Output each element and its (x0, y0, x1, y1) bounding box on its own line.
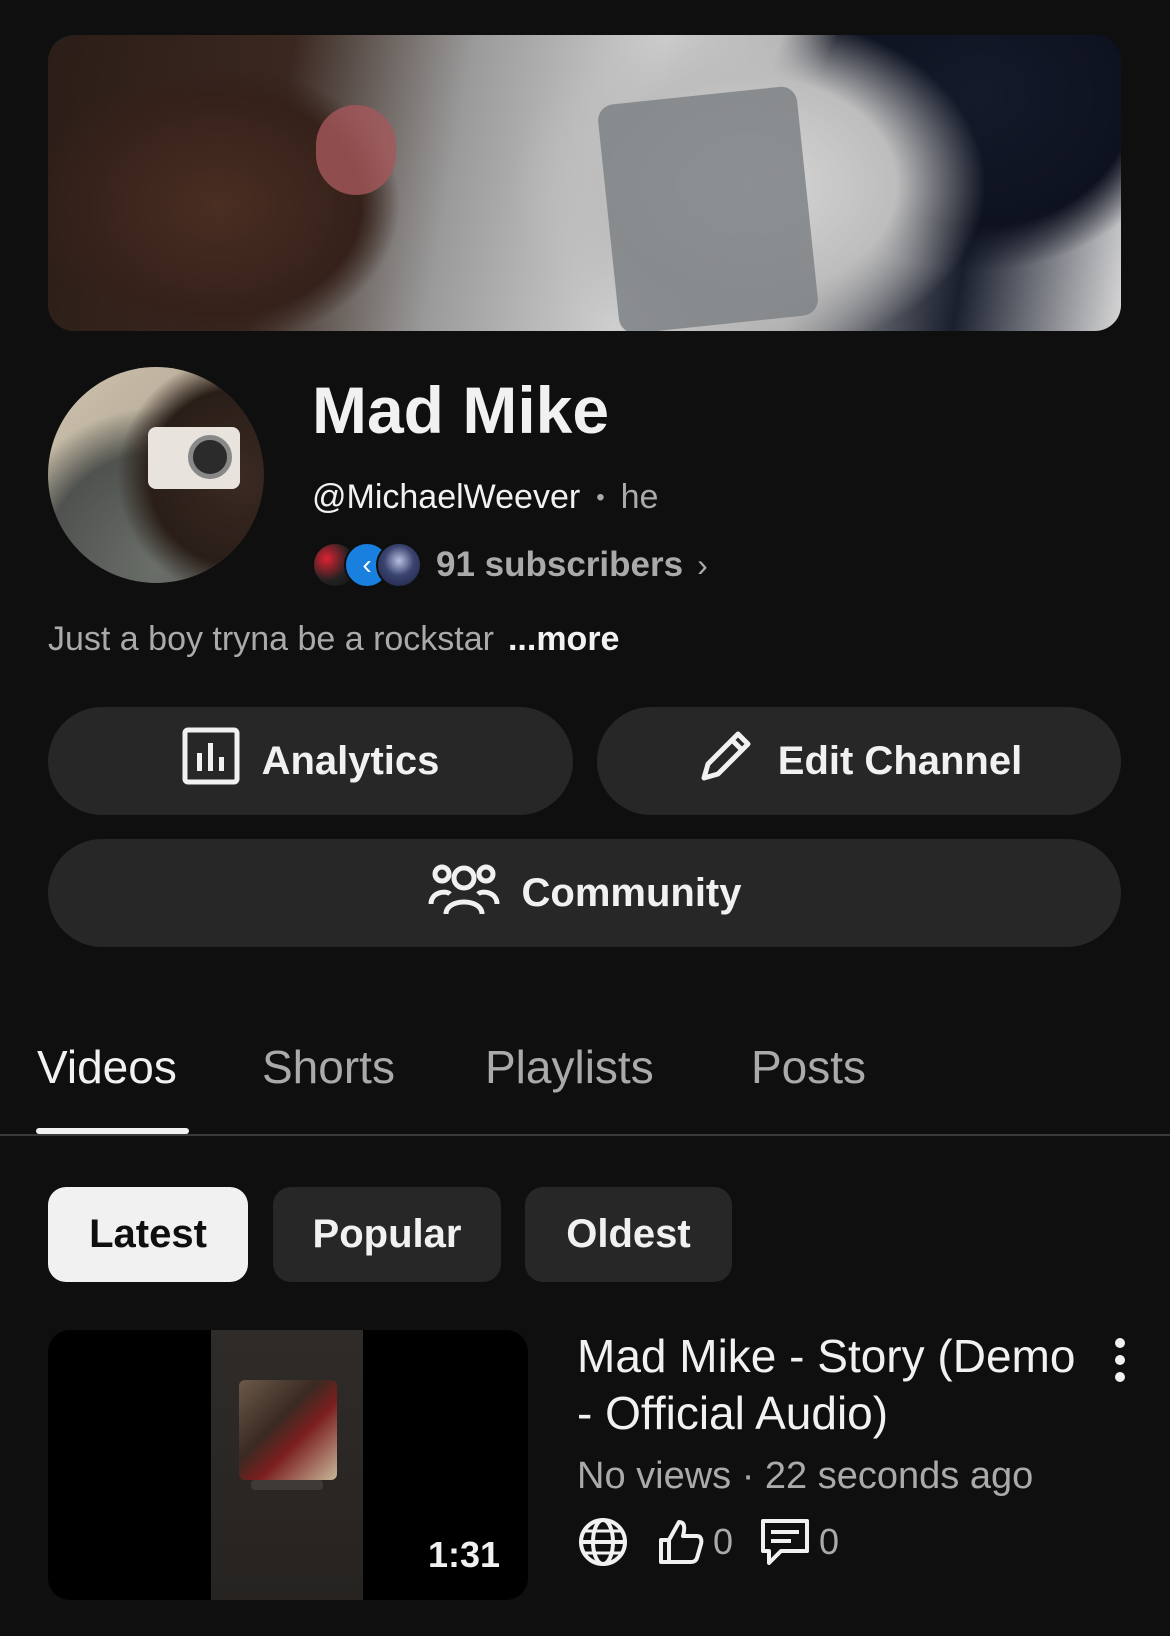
analytics-icon (182, 727, 240, 795)
separator-dot: • (596, 483, 605, 511)
tab-videos[interactable]: Videos (37, 1040, 177, 1094)
channel-tabs: Videos Shorts Playlists Posts (0, 1030, 1170, 1136)
album-art (239, 1380, 337, 1480)
channel-description[interactable]: Just a boy tryna be a rockstar ...more (48, 620, 619, 659)
thumbs-up-icon[interactable] (657, 1518, 705, 1566)
video-duration: 1:31 (427, 1534, 500, 1575)
video-title[interactable]: Mad Mike - Story (Demo - Official Audio) (577, 1328, 1097, 1442)
analytics-button[interactable]: Analytics (48, 707, 573, 815)
description-text: Just a boy tryna be a rockstar (48, 620, 494, 658)
edit-channel-button[interactable]: Edit Channel (597, 707, 1121, 815)
channel-page: Mad Mike @MichaelWeever • he ‹ 91 subscr… (0, 0, 1170, 1636)
pencil-icon (696, 726, 756, 796)
more-options-icon[interactable] (1110, 1338, 1130, 1382)
subscriber-avatar (376, 542, 422, 588)
comment-icon[interactable] (759, 1517, 811, 1567)
handle-row: @MichaelWeever • he (312, 478, 658, 517)
analytics-label: Analytics (261, 738, 440, 783)
globe-icon (577, 1516, 629, 1568)
channel-pronoun: he (620, 478, 659, 516)
channel-handle: @MichaelWeever (312, 478, 581, 516)
channel-avatar[interactable] (48, 367, 264, 583)
filter-oldest-chip[interactable]: Oldest (525, 1187, 732, 1282)
comment-count: 0 (819, 1521, 840, 1562)
like-count: 0 (713, 1521, 734, 1562)
subscriber-count: 91 subscribers (436, 545, 684, 584)
video-meta: No views · 22 seconds ago (577, 1455, 1034, 1497)
video-stats: 0 0 (577, 1517, 865, 1567)
more-link[interactable]: ...more (508, 620, 619, 659)
channel-name: Mad Mike (312, 373, 610, 447)
tabs-divider (0, 1134, 1170, 1136)
tab-posts[interactable]: Posts (751, 1040, 866, 1094)
filter-latest-chip[interactable]: Latest (48, 1187, 248, 1282)
subscriber-avatars: ‹ (312, 540, 422, 590)
community-label: Community (521, 870, 742, 915)
video-thumbnail[interactable]: 1:31 (48, 1330, 528, 1600)
subscribers-link[interactable]: ‹ 91 subscribers › (312, 540, 708, 590)
tab-playlists[interactable]: Playlists (485, 1040, 654, 1094)
thumbnail-poster (211, 1330, 363, 1600)
community-button[interactable]: Community (48, 839, 1121, 947)
filter-popular-chip[interactable]: Popular (273, 1187, 501, 1282)
edit-channel-label: Edit Channel (777, 738, 1023, 783)
chevron-right-icon: › (697, 546, 708, 583)
tab-shorts[interactable]: Shorts (262, 1040, 395, 1094)
community-icon (428, 858, 500, 928)
channel-banner (48, 35, 1121, 331)
